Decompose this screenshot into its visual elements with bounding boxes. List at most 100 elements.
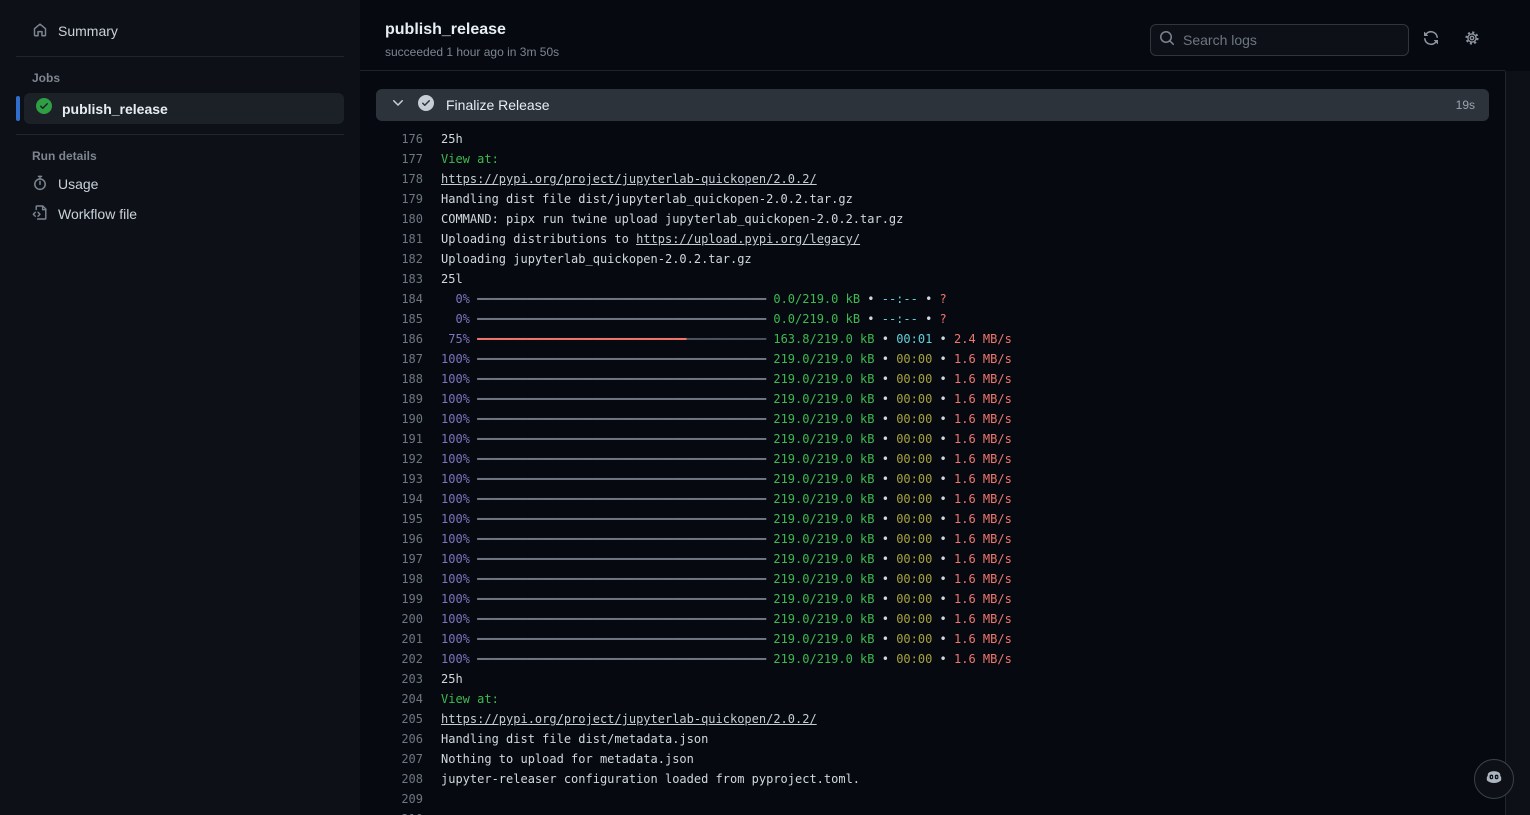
log-line[interactable]: 197 100% ━━━━━━━━━━━━━━━━━━━━━━━━━━━━━━━━… (360, 549, 1505, 569)
line-number[interactable]: 180 (360, 209, 423, 229)
line-number[interactable]: 201 (360, 629, 423, 649)
refresh-logs-button[interactable] (1418, 27, 1444, 53)
log-line[interactable]: 208 jupyter-releaser configuration loaded… (360, 769, 1505, 789)
log-settings-button[interactable] (1459, 27, 1485, 53)
line-number[interactable]: 177 (360, 149, 423, 169)
sidebar-item-summary[interactable]: Summary (16, 16, 344, 46)
log-line[interactable]: 210 (360, 809, 1505, 815)
log-line[interactable]: 207 Nothing to upload for metadata.json (360, 749, 1505, 769)
line-number[interactable]: 206 (360, 729, 423, 749)
log-line[interactable]: 205 https://pypi.org/project/jupyterlab-q… (360, 709, 1505, 729)
line-number[interactable]: 179 (360, 189, 423, 209)
log-line-text: 100% ━━━━━━━━━━━━━━━━━━━━━━━━━━━━━━━━━━━… (441, 552, 1012, 566)
log-url-link[interactable]: https://upload.pypi.org/legacy/ (636, 232, 860, 246)
log-line[interactable]: 202 100% ━━━━━━━━━━━━━━━━━━━━━━━━━━━━━━━━… (360, 649, 1505, 669)
sidebar-item-job-publish-release[interactable]: publish_release (24, 93, 344, 124)
line-number[interactable]: 207 (360, 749, 423, 769)
log-line-text: https://pypi.org/project/jupyterlab-quic… (441, 709, 817, 729)
line-number[interactable]: 197 (360, 549, 423, 569)
log-line-text: 100% ━━━━━━━━━━━━━━━━━━━━━━━━━━━━━━━━━━━… (441, 612, 1012, 626)
log-url-link[interactable]: https://pypi.org/project/jupyterlab-quic… (441, 712, 817, 726)
log-line[interactable]: 196 100% ━━━━━━━━━━━━━━━━━━━━━━━━━━━━━━━━… (360, 529, 1505, 549)
line-number[interactable]: 192 (360, 449, 423, 469)
line-number[interactable]: 194 (360, 489, 423, 509)
line-number[interactable]: 184 (360, 289, 423, 309)
log-line[interactable]: 190 100% ━━━━━━━━━━━━━━━━━━━━━━━━━━━━━━━━… (360, 409, 1505, 429)
step-check-circle-icon (418, 94, 434, 116)
log-line[interactable]: 180 COMMAND: pipx run twine upload jupyte… (360, 209, 1505, 229)
line-number[interactable]: 187 (360, 349, 423, 369)
line-number[interactable]: 199 (360, 589, 423, 609)
log-line[interactable]: 194 100% ━━━━━━━━━━━━━━━━━━━━━━━━━━━━━━━━… (360, 489, 1505, 509)
line-number[interactable]: 205 (360, 709, 423, 729)
line-number[interactable]: 208 (360, 769, 423, 789)
log-line[interactable]: 186 75% ━━━━━━━━━━━━━━━━━━━━━━━━━━━━━━━━… (360, 329, 1505, 349)
line-number[interactable]: 193 (360, 469, 423, 489)
log-line[interactable]: 182 Uploading jupyterlab_quickopen-2.0.2.… (360, 249, 1505, 269)
log-line[interactable]: 199 100% ━━━━━━━━━━━━━━━━━━━━━━━━━━━━━━━━… (360, 589, 1505, 609)
line-number[interactable]: 178 (360, 169, 423, 189)
line-number[interactable]: 195 (360, 509, 423, 529)
log-line[interactable]: 188 100% ━━━━━━━━━━━━━━━━━━━━━━━━━━━━━━━━… (360, 369, 1505, 389)
line-number[interactable]: 196 (360, 529, 423, 549)
jobs-section-title: Jobs (32, 71, 61, 85)
log-line[interactable]: 191 100% ━━━━━━━━━━━━━━━━━━━━━━━━━━━━━━━━… (360, 429, 1505, 449)
log-line[interactable]: 203 25h (360, 669, 1505, 689)
search-input[interactable] (1183, 32, 1383, 48)
log-line-text: 100% ━━━━━━━━━━━━━━━━━━━━━━━━━━━━━━━━━━━… (441, 472, 1012, 486)
log-line[interactable]: 193 100% ━━━━━━━━━━━━━━━━━━━━━━━━━━━━━━━━… (360, 469, 1505, 489)
gear-icon (1464, 30, 1480, 51)
line-number[interactable]: 209 (360, 789, 423, 809)
log-line[interactable]: 198 100% ━━━━━━━━━━━━━━━━━━━━━━━━━━━━━━━━… (360, 569, 1505, 589)
log-group-header-finalize-release[interactable]: Finalize Release 19s (376, 89, 1489, 121)
log-scrollbar-track[interactable] (1505, 71, 1530, 815)
log-line[interactable]: 176 25h (360, 129, 1505, 149)
line-number[interactable]: 203 (360, 669, 423, 689)
copilot-button[interactable] (1474, 759, 1514, 799)
log-line[interactable]: 200 100% ━━━━━━━━━━━━━━━━━━━━━━━━━━━━━━━━… (360, 609, 1505, 629)
line-number[interactable]: 186 (360, 329, 423, 349)
line-number[interactable]: 191 (360, 429, 423, 449)
sidebar-item-workflow-file[interactable]: Workflow file (16, 199, 344, 229)
line-number[interactable]: 189 (360, 389, 423, 409)
search-logs-box[interactable] (1150, 24, 1409, 56)
log-line-text: Nothing to upload for metadata.json (441, 752, 694, 766)
log-line-text: 100% ━━━━━━━━━━━━━━━━━━━━━━━━━━━━━━━━━━━… (441, 592, 1012, 606)
line-number[interactable]: 190 (360, 409, 423, 429)
log-line[interactable]: 201 100% ━━━━━━━━━━━━━━━━━━━━━━━━━━━━━━━━… (360, 629, 1505, 649)
log-line[interactable]: 195 100% ━━━━━━━━━━━━━━━━━━━━━━━━━━━━━━━━… (360, 509, 1505, 529)
log-line[interactable]: 189 100% ━━━━━━━━━━━━━━━━━━━━━━━━━━━━━━━━… (360, 389, 1505, 409)
line-number[interactable]: 183 (360, 269, 423, 289)
sidebar-item-label: Summary (58, 23, 118, 39)
log-line-text: 100% ━━━━━━━━━━━━━━━━━━━━━━━━━━━━━━━━━━━… (441, 632, 1012, 646)
log-line-text: 25l (441, 272, 463, 286)
log-line-text: Uploading distributions to https://uploa… (441, 232, 861, 246)
line-number[interactable]: 202 (360, 649, 423, 669)
sidebar-item-usage[interactable]: Usage (16, 169, 344, 199)
log-line[interactable]: 183 25l (360, 269, 1505, 289)
line-number[interactable]: 210 (360, 809, 423, 815)
log-line[interactable]: 184 0% ━━━━━━━━━━━━━━━━━━━━━━━━━━━━━━━━━… (360, 289, 1505, 309)
log-line[interactable]: 179 Handling dist file dist/jupyterlab_qu… (360, 189, 1505, 209)
log-line[interactable]: 181 Uploading distributions to https://up… (360, 229, 1505, 249)
log-line-text: View at: (441, 692, 499, 706)
line-number[interactable]: 176 (360, 129, 423, 149)
log-line[interactable]: 206 Handling dist file dist/metadata.json (360, 729, 1505, 749)
log-line[interactable]: 178 https://pypi.org/project/jupyterlab-q… (360, 169, 1505, 189)
log-line[interactable]: 177 View at: (360, 149, 1505, 169)
line-number[interactable]: 198 (360, 569, 423, 589)
line-number[interactable]: 185 (360, 309, 423, 329)
line-number[interactable]: 200 (360, 609, 423, 629)
line-number[interactable]: 188 (360, 369, 423, 389)
line-number[interactable]: 181 (360, 229, 423, 249)
log-line[interactable]: 187 100% ━━━━━━━━━━━━━━━━━━━━━━━━━━━━━━━━… (360, 349, 1505, 369)
line-number[interactable]: 182 (360, 249, 423, 269)
log-line[interactable]: 192 100% ━━━━━━━━━━━━━━━━━━━━━━━━━━━━━━━━… (360, 449, 1505, 469)
log-line[interactable]: 185 0% ━━━━━━━━━━━━━━━━━━━━━━━━━━━━━━━━━… (360, 309, 1505, 329)
log-line[interactable]: 204 View at: (360, 689, 1505, 709)
log-line-text: COMMAND: pipx run twine upload jupyterla… (441, 212, 904, 226)
log-url-link[interactable]: https://pypi.org/project/jupyterlab-quic… (441, 172, 817, 186)
log-line[interactable]: 209 (360, 789, 1505, 809)
line-number[interactable]: 204 (360, 689, 423, 709)
job-name-label: publish_release (62, 100, 168, 117)
